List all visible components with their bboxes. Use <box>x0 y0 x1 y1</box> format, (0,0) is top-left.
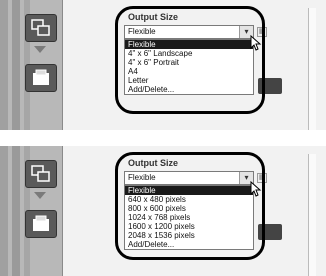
bottom-panel: Output Size Flexible ▾ ▦ Flexible 640 x … <box>0 146 326 276</box>
layers-button[interactable] <box>25 14 57 42</box>
scroll-edge <box>308 154 316 276</box>
page-button[interactable] <box>25 64 57 92</box>
page-icon <box>33 69 49 85</box>
sidebar-stripe <box>12 0 20 130</box>
scroll-edge <box>308 8 316 130</box>
highlight-callout <box>115 6 265 114</box>
sidebar-stripe <box>12 146 20 276</box>
top-panel: Output Size Flexible ▾ ▦ Flexible 4" x 6… <box>0 0 326 130</box>
down-arrow-icon <box>34 46 46 53</box>
layers-icon <box>31 19 50 36</box>
page-button[interactable] <box>25 210 57 238</box>
highlight-callout <box>115 152 265 260</box>
panel-separator <box>0 130 326 146</box>
layers-button[interactable] <box>25 160 57 188</box>
page-icon <box>33 215 49 231</box>
sidebar-stripe <box>0 0 8 130</box>
layers-icon <box>31 165 50 182</box>
down-arrow-icon <box>34 192 46 199</box>
sidebar-stripe <box>0 146 8 276</box>
